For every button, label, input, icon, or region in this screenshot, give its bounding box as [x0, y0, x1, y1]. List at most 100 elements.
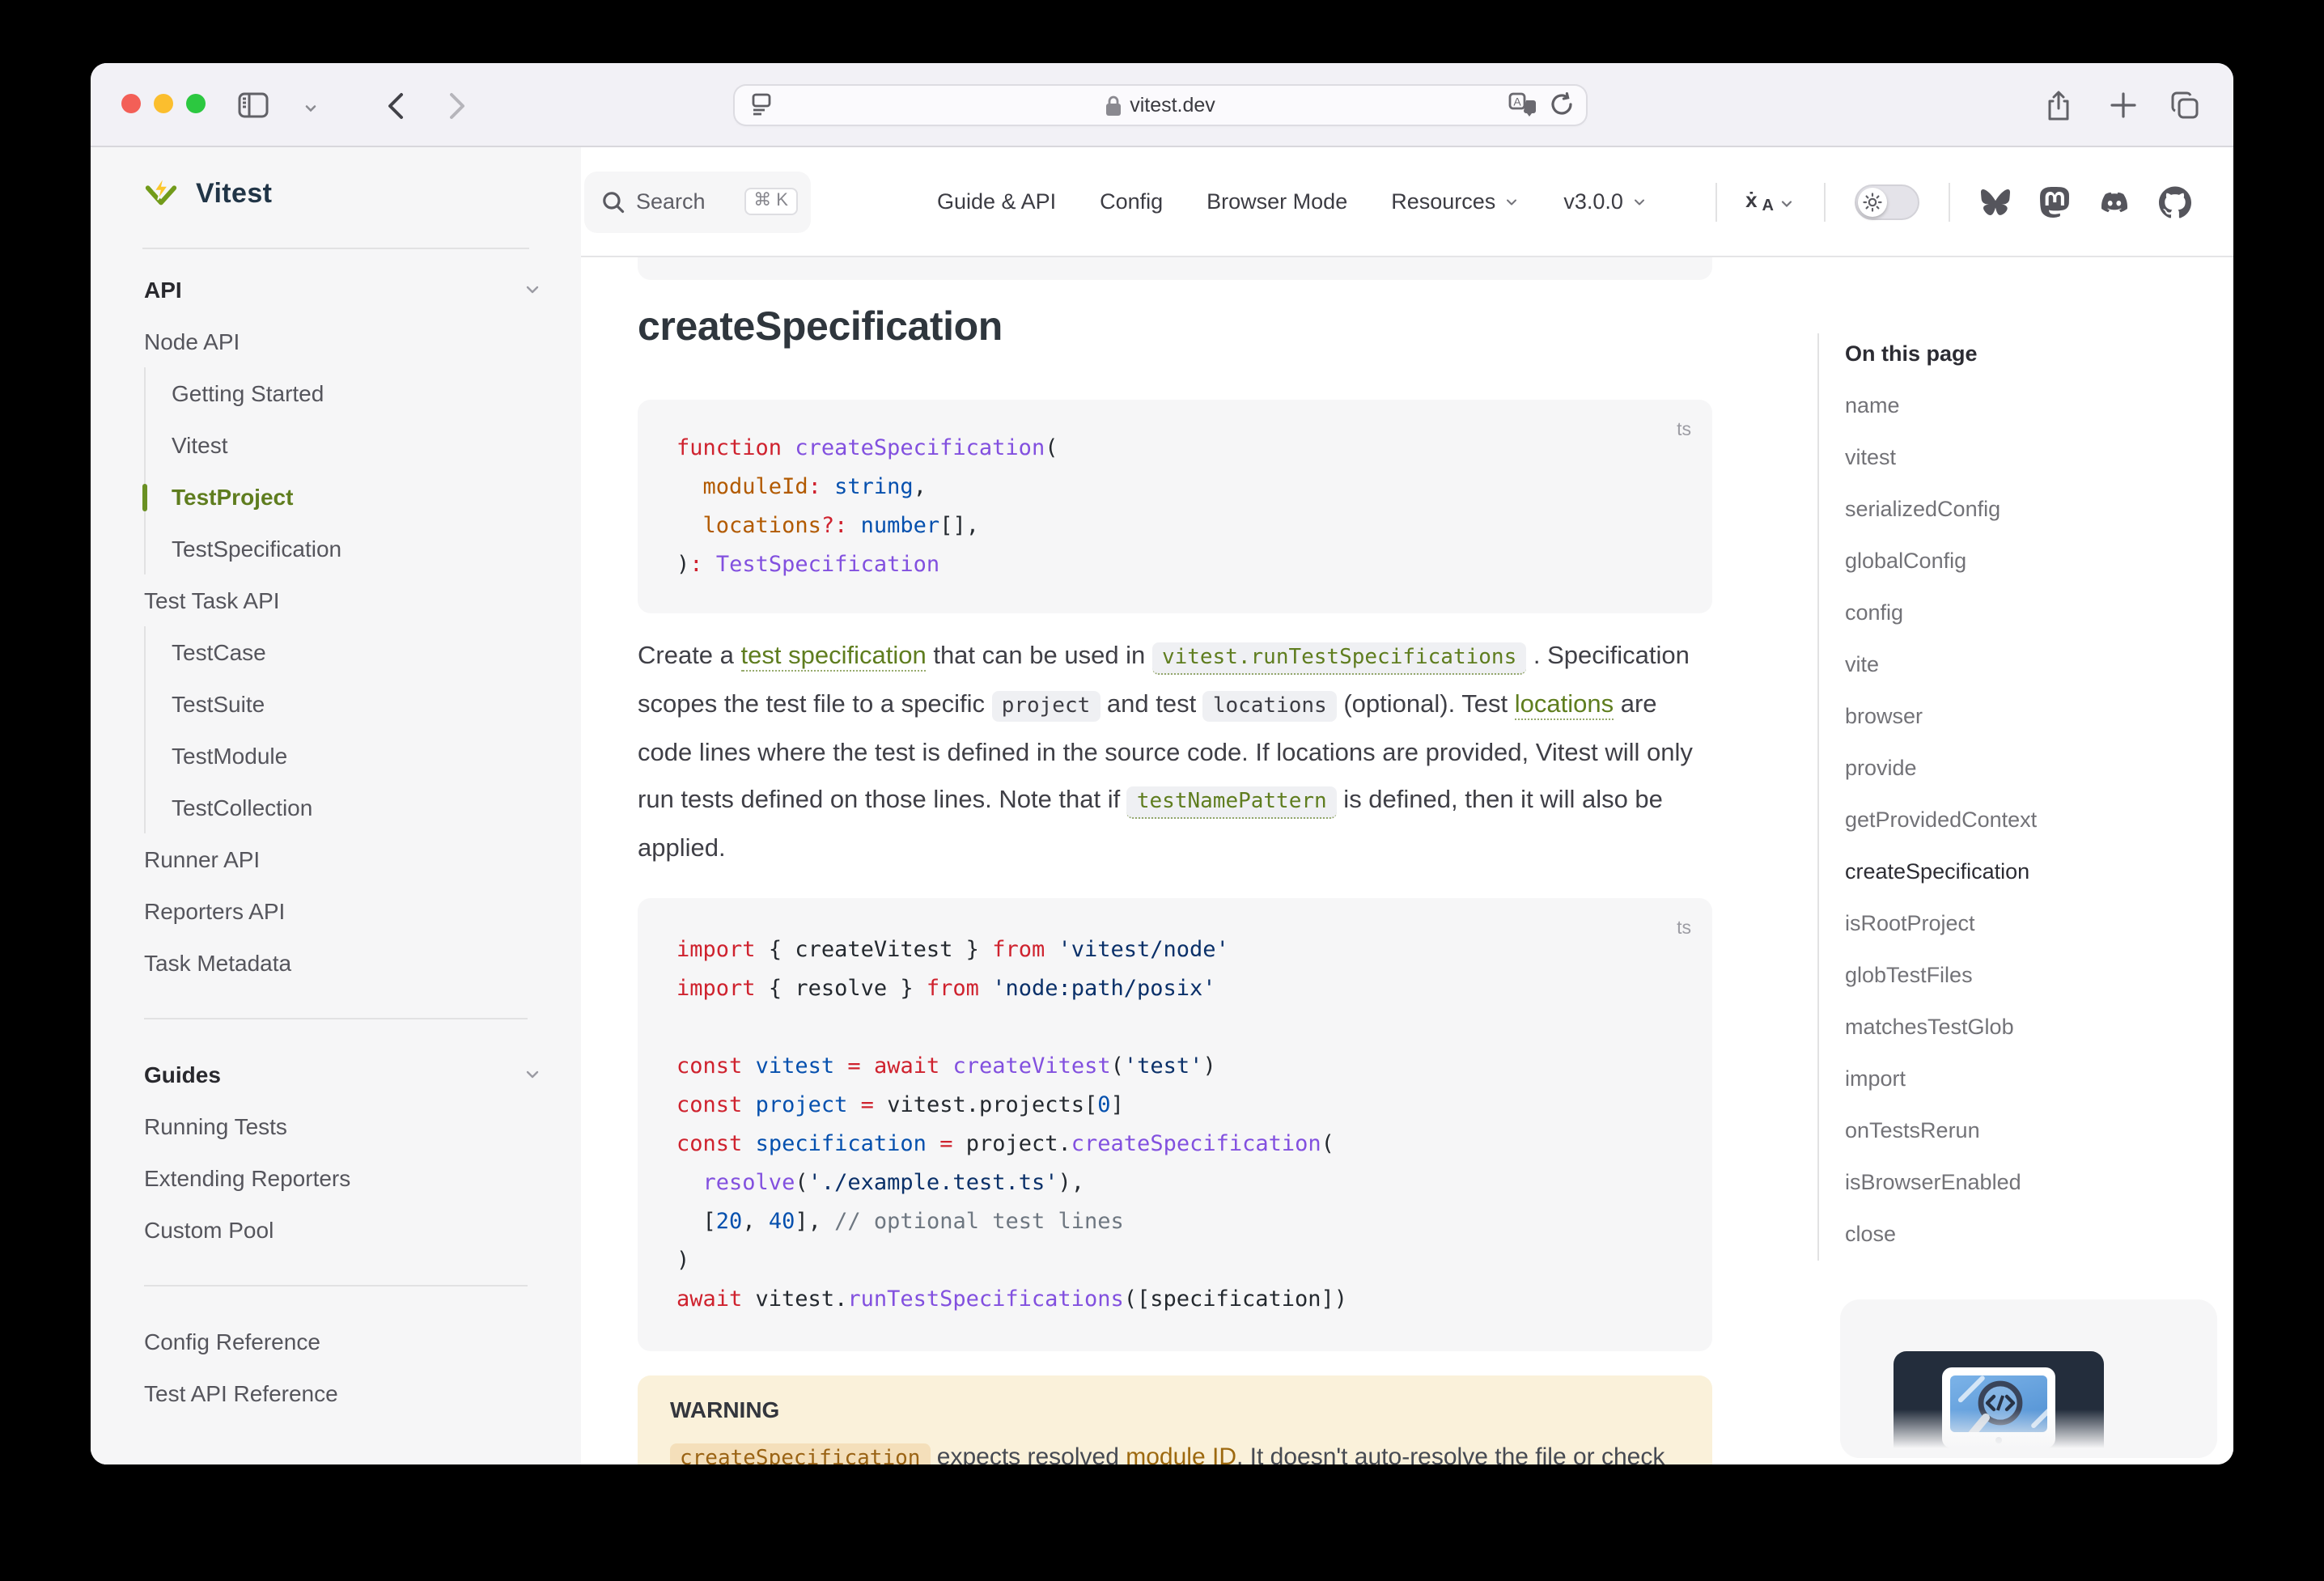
toc-item-serializedconfig[interactable]: serializedConfig — [1845, 484, 2190, 536]
sidebar-item-testsuite[interactable]: TestSuite — [146, 678, 581, 730]
sidebar-item-custom-pool[interactable]: Custom Pool — [91, 1204, 581, 1256]
sidebar-item-testspecification[interactable]: TestSpecification — [146, 523, 581, 574]
toc-item-globtestfiles[interactable]: globTestFiles — [1845, 950, 2190, 1002]
toc-item-createspecification[interactable]: createSpecification — [1845, 846, 2190, 898]
minimize-window-button[interactable] — [154, 94, 173, 113]
vitest-logo[interactable]: Vitest — [142, 175, 272, 212]
sidebar-item-running-tests[interactable]: Running Tests — [91, 1100, 581, 1152]
code-line: await vitest.runTestSpecifications([spec… — [676, 1279, 1673, 1318]
sidebar-item-getting-started[interactable]: Getting Started — [146, 367, 581, 419]
bluesky-icon[interactable] — [1979, 187, 2012, 216]
code-line: const specification = project.createSpec… — [676, 1124, 1673, 1163]
page-translate-icon[interactable]: A — [1508, 92, 1536, 125]
language-switcher[interactable]: ẋ A — [1745, 189, 1795, 214]
nav-link-config[interactable]: Config — [1100, 189, 1163, 214]
chevron-down-icon — [1779, 195, 1795, 211]
chevron-down-icon — [523, 280, 542, 299]
sidebar-divider — [91, 989, 581, 1049]
doc-content: createSpecification ts function createSp… — [638, 257, 1712, 1464]
nav-separator — [1824, 182, 1826, 221]
inline-code-link[interactable]: testNamePattern — [1127, 786, 1337, 819]
sidebar-divider — [91, 1256, 581, 1316]
code-line: locations?: number[], — [676, 507, 1673, 545]
sidebar-item-node-api[interactable]: Node API — [91, 316, 581, 367]
toc-item-import[interactable]: import — [1845, 1053, 2190, 1105]
code-line: [20, 40], // optional test lines — [676, 1202, 1673, 1240]
sponsor-card[interactable] — [1840, 1299, 2217, 1458]
discord-icon[interactable] — [2097, 189, 2131, 214]
nav-separator — [1715, 182, 1716, 221]
sidebar-item-test-task-api[interactable]: Test Task API — [91, 574, 581, 626]
sidebar-item-test-api-reference[interactable]: Test API Reference — [91, 1367, 581, 1419]
nav-link-label: Browser Mode — [1207, 189, 1347, 214]
text-link[interactable]: locations — [1515, 691, 1614, 720]
sidebar-divider — [142, 248, 529, 249]
chevron-down-icon — [1631, 193, 1648, 210]
code-lang-badge: ts — [1677, 909, 1691, 947]
warning-body: createSpecification expects resolved mod… — [670, 1435, 1680, 1464]
mastodon-icon[interactable] — [2039, 185, 2070, 218]
svg-text:A: A — [1513, 95, 1521, 108]
sidebar-item-vitest[interactable]: Vitest — [146, 419, 581, 471]
sidebar-section-header[interactable]: API — [91, 264, 581, 316]
share-icon[interactable] — [2039, 86, 2078, 125]
inline-code: locations — [1203, 691, 1337, 722]
sidebar-section-header[interactable]: Guides — [91, 1049, 581, 1100]
sidebar-section-label: Guides — [144, 1062, 221, 1087]
toc-item-matchestestglob[interactable]: matchesTestGlob — [1845, 1002, 2190, 1053]
screenshot-stage: vitest.dev A — [0, 0, 2324, 1581]
address-bar[interactable]: vitest.dev A — [735, 86, 1586, 125]
translate-icon-a: A — [1762, 198, 1774, 214]
sidebar-item-task-metadata[interactable]: Task Metadata — [91, 937, 581, 989]
sidebar-item-testcollection[interactable]: TestCollection — [146, 782, 581, 833]
toc-item-vite[interactable]: vite — [1845, 639, 2190, 691]
toc-title: On this page — [1845, 333, 2190, 375]
close-window-button[interactable] — [121, 94, 141, 113]
sponsor-fade — [1840, 1409, 2217, 1458]
code-line: function createSpecification( — [676, 429, 1673, 468]
github-icon[interactable] — [2159, 185, 2191, 218]
inline-code-link[interactable]: vitest.runTestSpecifications — [1152, 642, 1526, 675]
new-tab-icon[interactable] — [2104, 86, 2143, 125]
toc-item-browser[interactable]: browser — [1845, 691, 2190, 743]
sidebar-item-config-reference[interactable]: Config Reference — [91, 1316, 581, 1367]
toc-item-close[interactable]: close — [1845, 1209, 2190, 1261]
tab-overview-icon[interactable] — [2165, 86, 2204, 125]
toc-item-isrootproject[interactable]: isRootProject — [1845, 898, 2190, 950]
lock-icon — [1105, 95, 1122, 116]
text-link[interactable]: module ID — [1126, 1443, 1236, 1464]
code-block-signature: ts function createSpecification( moduleI… — [638, 400, 1712, 613]
sidebar-item-extending-reporters[interactable]: Extending Reporters — [91, 1152, 581, 1204]
reload-icon[interactable] — [1550, 92, 1573, 125]
sidebar-item-reporters-api[interactable]: Reporters API — [91, 885, 581, 937]
sidebar-item-testproject[interactable]: TestProject — [146, 471, 581, 523]
toc-item-vitest[interactable]: vitest — [1845, 432, 2190, 484]
text-link[interactable]: test specification — [741, 642, 927, 672]
theme-toggle[interactable] — [1855, 184, 1919, 219]
nav-link-guide-api[interactable]: Guide & API — [937, 189, 1056, 214]
nav-link-browser-mode[interactable]: Browser Mode — [1207, 189, 1347, 214]
search-button[interactable]: Search ⌘ K — [584, 171, 811, 232]
toc-item-provide[interactable]: provide — [1845, 743, 2190, 795]
sidebar-item-testmodule[interactable]: TestModule — [146, 730, 581, 782]
toc-item-getprovidedcontext[interactable]: getProvidedContext — [1845, 795, 2190, 846]
browser-toolbar: vitest.dev A — [91, 63, 2233, 147]
sidebar-subgroup: TestCaseTestSuiteTestModuleTestCollectio… — [144, 626, 581, 833]
sidebar-item-runner-api[interactable]: Runner API — [91, 833, 581, 885]
forward-button[interactable] — [437, 86, 476, 125]
nav-link-resources[interactable]: Resources — [1391, 189, 1520, 214]
toc-item-isbrowserenabled[interactable]: isBrowserEnabled — [1845, 1157, 2190, 1209]
toc-item-globalconfig[interactable]: globalConfig — [1845, 536, 2190, 587]
sidebar-list: APINode APIGetting StartedVitestTestProj… — [91, 264, 581, 1419]
zoom-window-button[interactable] — [186, 94, 206, 113]
code-line — [676, 1007, 1673, 1046]
sidebar-chevron-icon[interactable] — [291, 89, 330, 128]
toc-item-ontestsrerun[interactable]: onTestsRerun — [1845, 1105, 2190, 1157]
toc-item-config[interactable]: config — [1845, 587, 2190, 639]
sidebar-item-testcase[interactable]: TestCase — [146, 626, 581, 678]
back-button[interactable] — [375, 86, 414, 125]
toc-item-name[interactable]: name — [1845, 380, 2190, 432]
url-text: vitest.dev — [1130, 94, 1215, 117]
sidebar-toggle-icon[interactable] — [233, 86, 272, 125]
nav-link-v3-0-0[interactable]: v3.0.0 — [1563, 189, 1648, 214]
